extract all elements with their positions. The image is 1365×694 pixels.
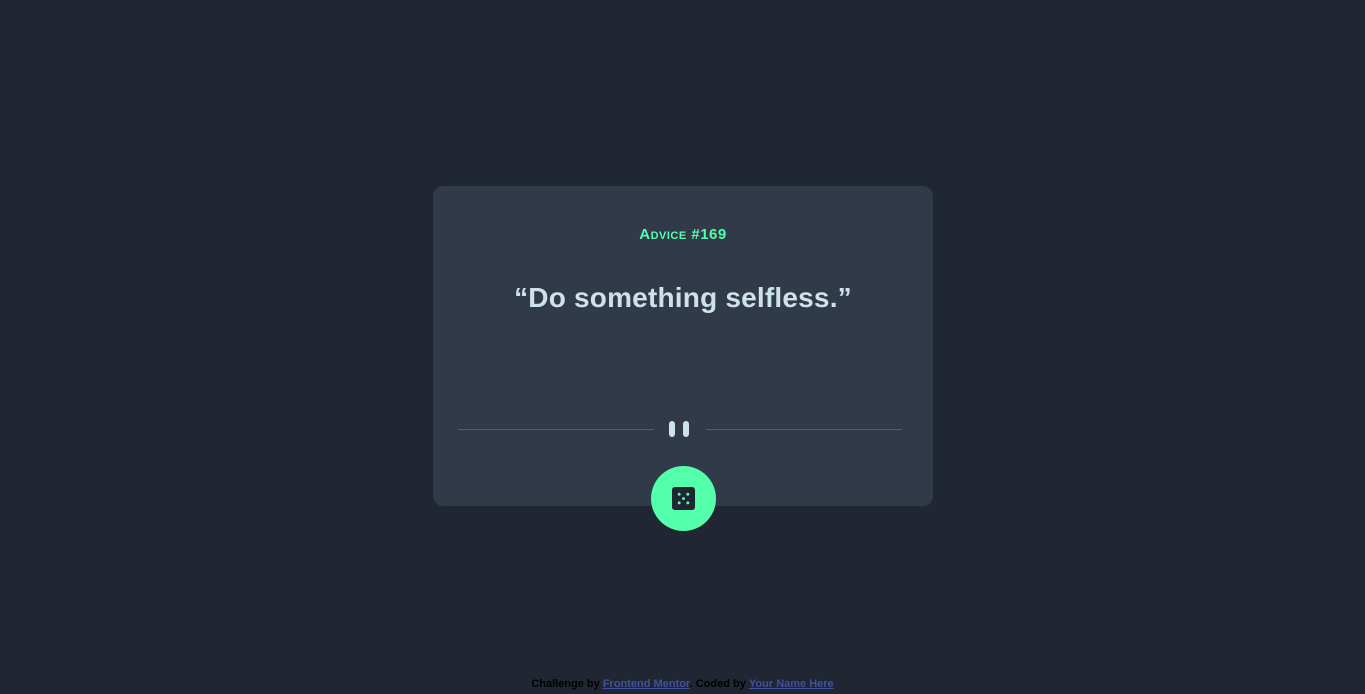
page: Advice #169 “Do something selfless.” Cha… xyxy=(0,0,1365,694)
pause-icon xyxy=(669,421,691,437)
generate-advice-button[interactable] xyxy=(651,466,716,531)
advice-label: Advice xyxy=(639,226,687,243)
frontend-mentor-link[interactable]: Frontend Mentor xyxy=(603,678,690,690)
dice-icon xyxy=(672,487,695,510)
advice-number: #169 xyxy=(691,226,727,243)
advice-quote: “Do something selfless.” xyxy=(514,282,852,313)
divider-line-right xyxy=(706,429,902,430)
divider-line-left xyxy=(458,429,654,430)
coded-prefix: . Coded by xyxy=(689,678,746,690)
challenge-prefix: Challenge by xyxy=(531,678,600,690)
author-link[interactable]: Your Name Here xyxy=(749,678,834,690)
advice-id-heading: Advice #169 xyxy=(433,226,933,243)
attribution-footer: Challenge by Frontend Mentor. Coded by Y… xyxy=(0,678,1365,690)
advice-card: Advice #169 “Do something selfless.” xyxy=(433,186,933,506)
